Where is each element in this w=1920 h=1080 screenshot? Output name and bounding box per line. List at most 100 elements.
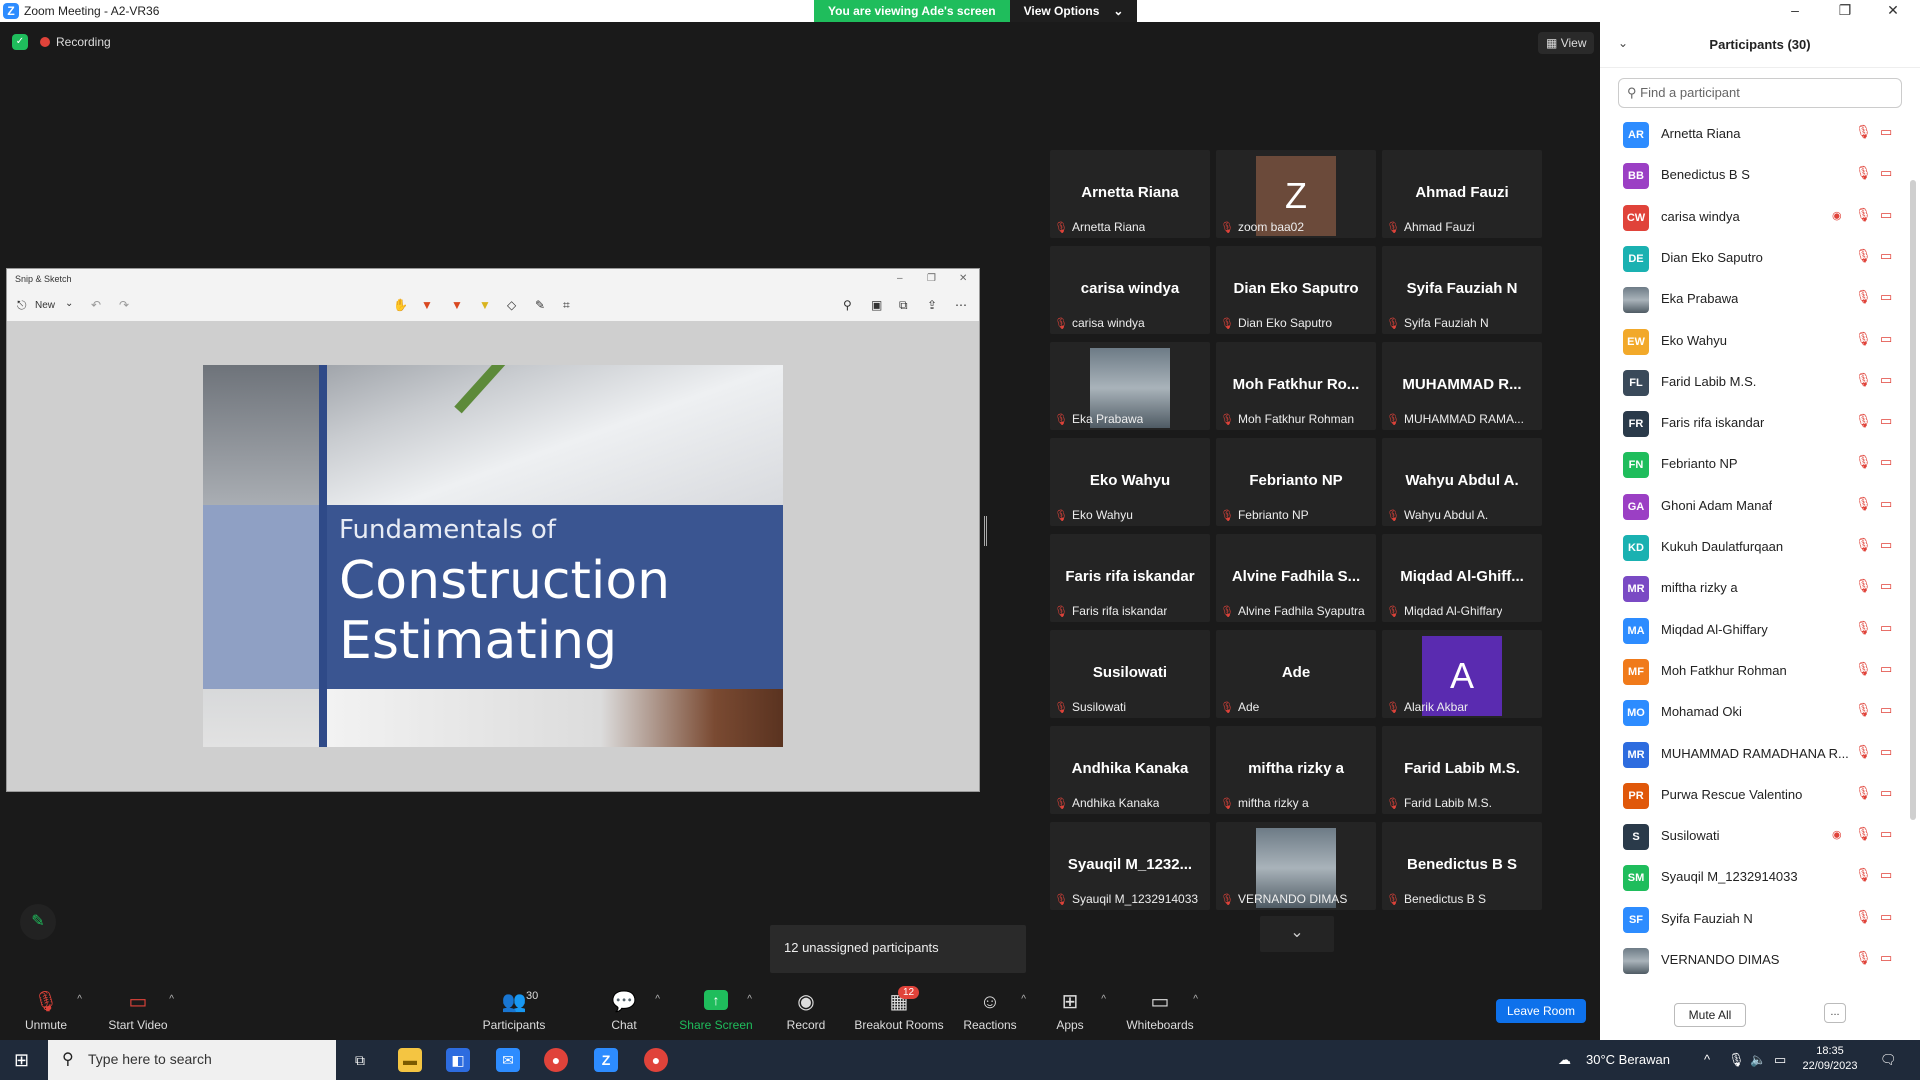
video-off-icon[interactable]: ▭ [1880, 661, 1892, 677]
participant-row[interactable]: DE Dian Eko Saputro 🎙 ▭ [1600, 238, 1910, 279]
chevron-up-icon[interactable]: ^ [1193, 994, 1198, 1005]
participant-row[interactable]: AR Arnetta Riana 🎙 ▭ [1600, 114, 1910, 155]
chevron-up-icon[interactable]: ^ [747, 994, 752, 1005]
muted-microphone-icon[interactable]: 🎙 [1855, 826, 1872, 842]
record-button[interactable]: ◉ Record [766, 990, 846, 1032]
annotate-pen-icon[interactable]: ✎ [20, 904, 56, 940]
video-tile[interactable]: Andhika Kanaka 🎙 Andhika Kanaka [1050, 726, 1210, 814]
video-off-icon[interactable]: ▭ [1880, 537, 1892, 553]
chat-button[interactable]: 💬 Chat ^ [584, 990, 664, 1032]
muted-microphone-icon[interactable]: 🎙 [1855, 661, 1872, 677]
view-options-button[interactable]: View Options ⌄ [1009, 0, 1138, 22]
muted-microphone-icon[interactable]: 🎙 [1855, 950, 1872, 966]
muted-microphone-icon[interactable]: 🎙 [1855, 413, 1872, 429]
minimize-button[interactable]: – [1772, 0, 1818, 22]
participant-row[interactable]: VERNANDO DIMAS 🎙 ▭ [1600, 940, 1910, 974]
apps-button[interactable]: ⊞ Apps ^ [1030, 990, 1110, 1032]
volume-icon[interactable]: 🔈 [1750, 1052, 1766, 1068]
chrome-profile-icon[interactable]: ● [644, 1048, 668, 1072]
video-tile[interactable]: Ade 🎙 Ade [1216, 630, 1376, 718]
video-off-icon[interactable]: ▭ [1880, 165, 1892, 181]
participant-row[interactable]: PR Purwa Rescue Valentino 🎙 ▭ [1600, 775, 1910, 816]
video-off-icon[interactable]: ▭ [1880, 124, 1892, 140]
chevron-up-icon[interactable]: ^ [655, 994, 660, 1005]
video-tile[interactable]: 🎙 VERNANDO DIMAS [1216, 822, 1376, 910]
video-tile[interactable]: Miqdad Al-Ghiff... 🎙 Miqdad Al-Ghiffary [1382, 534, 1542, 622]
muted-microphone-icon[interactable]: 🎙 [1855, 248, 1872, 264]
windows-start-icon[interactable]: ⊞ [14, 1050, 29, 1071]
notifications-icon[interactable]: 🗨 [1880, 1052, 1897, 1068]
video-tile[interactable]: Syifa Fauziah N 🎙 Syifa Fauziah N [1382, 246, 1542, 334]
participant-row[interactable]: MO Mohamad Oki 🎙 ▭ [1600, 692, 1910, 733]
video-tile[interactable]: Z 🎙 zoom baa02 [1216, 150, 1376, 238]
network-icon[interactable]: ▭ [1774, 1052, 1786, 1068]
shield-icon[interactable]: ✓ [12, 34, 28, 50]
video-off-icon[interactable]: ▭ [1880, 785, 1892, 801]
participant-row[interactable]: FN Febrianto NP 🎙 ▭ [1600, 444, 1910, 485]
more-options-button[interactable]: ... [1824, 1003, 1846, 1023]
recording-indicator[interactable]: Recording [40, 35, 111, 49]
participant-row[interactable]: MR miftha rizky a 🎙 ▭ [1600, 568, 1910, 609]
chevron-up-icon[interactable]: ^ [1021, 994, 1026, 1005]
video-off-icon[interactable]: ▭ [1880, 496, 1892, 512]
muted-microphone-icon[interactable]: 🎙 [1855, 165, 1872, 181]
muted-microphone-icon[interactable]: 🎙 [1855, 496, 1872, 512]
video-off-icon[interactable]: ▭ [1880, 248, 1892, 264]
participant-row[interactable]: FR Faris rifa iskandar 🎙 ▭ [1600, 403, 1910, 444]
gallery-next-page-button[interactable]: ⌄ [1260, 916, 1334, 952]
participant-search-input[interactable]: ⚲ Find a participant [1618, 78, 1902, 108]
video-off-icon[interactable]: ▭ [1880, 207, 1892, 223]
mute-all-button[interactable]: Mute All [1674, 1003, 1746, 1027]
microphone-icon[interactable]: 🎙 [1728, 1052, 1745, 1068]
video-off-icon[interactable]: ▭ [1880, 454, 1892, 470]
muted-microphone-icon[interactable]: 🎙 [1855, 744, 1872, 760]
chevron-up-icon[interactable]: ^ [77, 994, 82, 1005]
video-tile[interactable]: Eko Wahyu 🎙 Eko Wahyu [1050, 438, 1210, 526]
unassigned-participants-tooltip[interactable]: 12 unassigned participants [770, 925, 1026, 973]
muted-microphone-icon[interactable]: 🎙 [1855, 124, 1872, 140]
video-tile[interactable]: Arnetta Riana 🎙 Arnetta Riana [1050, 150, 1210, 238]
video-tile[interactable]: Susilowati 🎙 Susilowati [1050, 630, 1210, 718]
participant-row[interactable]: MA Miqdad Al-Ghiffary 🎙 ▭ [1600, 610, 1910, 651]
participants-scrollbar[interactable] [1910, 180, 1916, 820]
video-off-icon[interactable]: ▭ [1880, 950, 1892, 966]
video-tile[interactable]: Ahmad Fauzi 🎙 Ahmad Fauzi [1382, 150, 1542, 238]
zoom-taskbar-icon[interactable]: Z [594, 1048, 618, 1072]
video-tile[interactable]: Benedictus B S 🎙 Benedictus B S [1382, 822, 1542, 910]
video-tile[interactable]: Wahyu Abdul A. 🎙 Wahyu Abdul A. [1382, 438, 1542, 526]
muted-microphone-icon[interactable]: 🎙 [1855, 702, 1872, 718]
view-button[interactable]: ▦ View [1538, 32, 1595, 54]
leave-room-button[interactable]: Leave Room [1496, 999, 1586, 1023]
chevron-up-icon[interactable]: ^ [1704, 1052, 1710, 1067]
participant-row[interactable]: EW Eko Wahyu 🎙 ▭ [1600, 321, 1910, 362]
file-explorer-icon[interactable]: ▬ [398, 1048, 422, 1072]
chrome-icon[interactable]: ● [544, 1048, 568, 1072]
video-tile[interactable]: Dian Eko Saputro 🎙 Dian Eko Saputro [1216, 246, 1376, 334]
participant-row[interactable]: MF Moh Fatkhur Rohman 🎙 ▭ [1600, 651, 1910, 692]
weather-icon[interactable]: ☁ [1558, 1052, 1571, 1068]
video-off-icon[interactable]: ▭ [1880, 702, 1892, 718]
taskbar-clock[interactable]: 18:35 22/09/2023 [1800, 1044, 1860, 1074]
video-tile[interactable]: Farid Labib M.S. 🎙 Farid Labib M.S. [1382, 726, 1542, 814]
video-tile[interactable]: carisa windya 🎙 carisa windya [1050, 246, 1210, 334]
video-tile[interactable]: Faris rifa iskandar 🎙 Faris rifa iskandar [1050, 534, 1210, 622]
breakout-rooms-button[interactable]: ▦ 12 Breakout Rooms [852, 986, 946, 1032]
store-icon[interactable]: ◧ [446, 1048, 470, 1072]
video-tile[interactable]: A 🎙 Alarik Akbar [1382, 630, 1542, 718]
participants-button[interactable]: 👥 30 Participants [474, 990, 554, 1032]
video-off-icon[interactable]: ▭ [1880, 826, 1892, 842]
restore-button[interactable]: ❐ [1822, 0, 1868, 22]
participant-row[interactable]: MR MUHAMMAD RAMADHANA R... 🎙 ▭ [1600, 734, 1910, 775]
video-tile[interactable]: Moh Fatkhur Ro... 🎙 Moh Fatkhur Rohman [1216, 342, 1376, 430]
video-off-icon[interactable]: ▭ [1880, 372, 1892, 388]
participant-row[interactable]: GA Ghoni Adam Manaf 🎙 ▭ [1600, 486, 1910, 527]
muted-microphone-icon[interactable]: 🎙 [1855, 372, 1872, 388]
participant-row[interactable]: Eka Prabawa 🎙 ▭ [1600, 279, 1910, 320]
participant-row[interactable]: BB Benedictus B S 🎙 ▭ [1600, 155, 1910, 196]
task-view-icon[interactable]: ⧉ [348, 1048, 372, 1072]
video-tile[interactable]: Febrianto NP 🎙 Febrianto NP [1216, 438, 1376, 526]
video-off-icon[interactable]: ▭ [1880, 289, 1892, 305]
muted-microphone-icon[interactable]: 🎙 [1855, 785, 1872, 801]
muted-microphone-icon[interactable]: 🎙 [1855, 620, 1872, 636]
start-video-button[interactable]: ▭ Start Video ^ [98, 990, 178, 1032]
